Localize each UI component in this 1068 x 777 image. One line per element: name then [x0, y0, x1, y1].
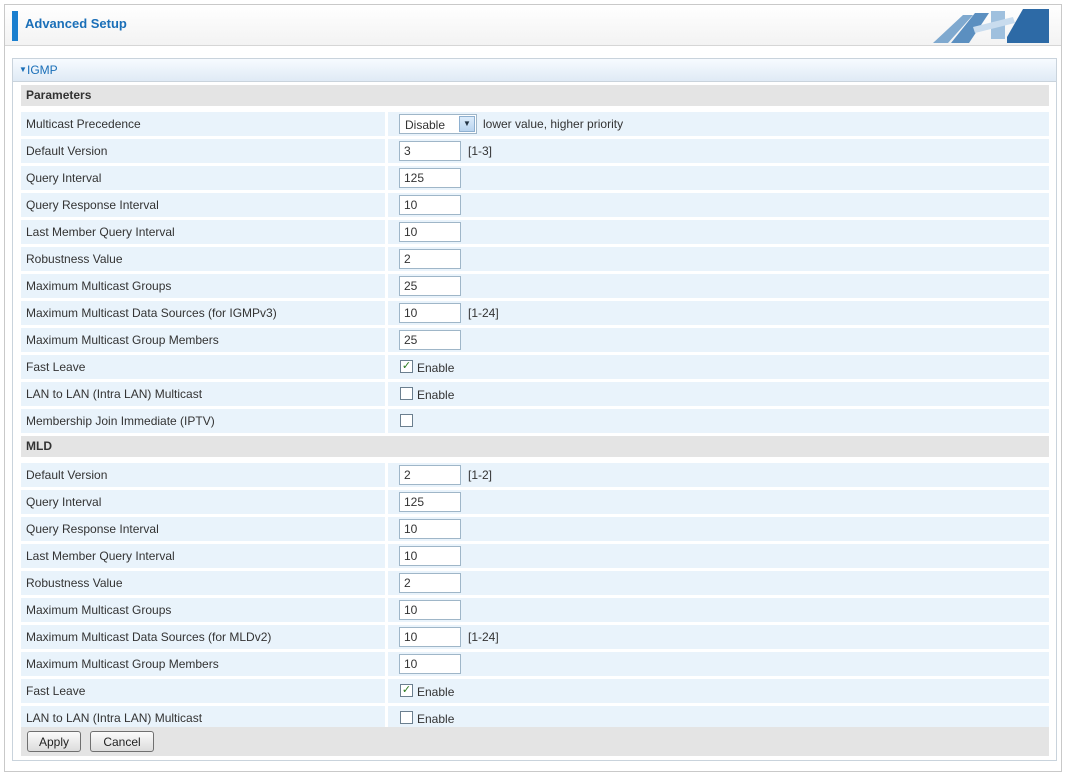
field-label: Maximum Multicast Group Members: [26, 333, 219, 347]
mld-fast-leave-checkbox[interactable]: ✓: [400, 684, 413, 697]
field-hint: [1-24]: [468, 306, 499, 320]
form-actions: Apply Cancel: [21, 727, 1049, 756]
field-hint: [1-24]: [468, 630, 499, 644]
field-label: Maximum Multicast Groups: [26, 603, 172, 617]
collapse-triangle-icon[interactable]: ▼: [19, 65, 27, 74]
field-label: Membership Join Immediate (IPTV): [26, 414, 215, 428]
mld-robustness-value-input[interactable]: [399, 573, 461, 593]
igmp-last-member-query-interval-input[interactable]: [399, 222, 461, 242]
section-header-parameters: Parameters: [21, 85, 1049, 106]
igmp-max-group-members-row: Maximum Multicast Group Members: [21, 328, 1049, 355]
igmp-max-groups-input[interactable]: [399, 276, 461, 296]
field-label: Maximum Multicast Group Members: [26, 657, 219, 671]
igmp-panel: ▼ IGMP Parameters Multicast Precedence D…: [12, 58, 1057, 761]
mld-query-response-interval-input[interactable]: [399, 519, 461, 539]
field-hint: [1-2]: [468, 468, 493, 482]
igmp-query-interval-row: Query Interval: [21, 166, 1049, 193]
igmp-fast-leave-row: Fast Leave ✓ Enable: [21, 355, 1049, 382]
field-label: Query Interval: [26, 171, 102, 185]
mld-lan-to-lan-checkbox[interactable]: [400, 711, 413, 724]
mld-max-groups-row: Maximum Multicast Groups: [21, 598, 1049, 625]
igmp-fast-leave-checkbox[interactable]: ✓: [400, 360, 413, 373]
field-label: Maximum Multicast Groups: [26, 279, 172, 293]
igmp-robustness-value-input[interactable]: [399, 249, 461, 269]
field-hint: [1-3]: [468, 144, 493, 158]
checkbox-label: Enable: [417, 388, 455, 402]
apply-button[interactable]: Apply: [27, 731, 81, 752]
checkbox-label: Enable: [417, 712, 455, 726]
field-label: LAN to LAN (Intra LAN) Multicast: [26, 387, 203, 401]
igmp-max-group-members-input[interactable]: [399, 330, 461, 350]
field-label: Maximum Multicast Data Sources (for MLDv…: [26, 630, 272, 644]
mld-default-version-input[interactable]: [399, 465, 461, 485]
igmp-panel-title: IGMP: [27, 63, 58, 77]
checkbox-label: Enable: [417, 685, 455, 699]
mld-robustness-value-row: Robustness Value: [21, 571, 1049, 598]
page-title: Advanced Setup: [25, 16, 127, 31]
igmp-max-data-sources-row: Maximum Multicast Data Sources (for IGMP…: [21, 301, 1049, 328]
header-accent-bar: [12, 11, 18, 41]
igmp-query-interval-input[interactable]: [399, 168, 461, 188]
mld-max-data-sources-row: Maximum Multicast Data Sources (for MLDv…: [21, 625, 1049, 652]
mld-max-groups-input[interactable]: [399, 600, 461, 620]
page-frame: Advanced Setup ▼ IGMP Parameters Multica…: [4, 4, 1062, 772]
field-label: Default Version: [26, 144, 108, 158]
field-label: Robustness Value: [26, 252, 123, 266]
field-label: Last Member Query Interval: [26, 225, 175, 239]
mld-max-data-sources-input[interactable]: [399, 627, 461, 647]
igmp-lan-to-lan-row: LAN to LAN (Intra LAN) Multicast Enable: [21, 382, 1049, 409]
field-label: Query Response Interval: [26, 198, 159, 212]
igmp-join-immediate-row: Membership Join Immediate (IPTV): [21, 409, 1049, 436]
field-label: Maximum Multicast Data Sources (for IGMP…: [26, 306, 277, 320]
settings-form: Parameters Multicast Precedence Disable …: [21, 85, 1049, 733]
page-header: Advanced Setup: [5, 5, 1061, 46]
igmp-robustness-value-row: Robustness Value: [21, 247, 1049, 274]
mld-last-member-query-interval-input[interactable]: [399, 546, 461, 566]
mld-query-response-interval-row: Query Response Interval: [21, 517, 1049, 544]
field-label: LAN to LAN (Intra LAN) Multicast: [26, 711, 203, 725]
checkbox-label: Enable: [417, 361, 455, 375]
igmp-default-version-row: Default Version [1-3]: [21, 139, 1049, 166]
cancel-button[interactable]: Cancel: [90, 731, 154, 752]
mld-fast-leave-row: Fast Leave ✓ Enable: [21, 679, 1049, 706]
igmp-query-response-interval-row: Query Response Interval: [21, 193, 1049, 220]
mld-max-group-members-input[interactable]: [399, 654, 461, 674]
igmp-multicast-precedence-row: Multicast Precedence Disable ▼ lower val…: [21, 112, 1049, 139]
igmp-lan-to-lan-checkbox[interactable]: [400, 387, 413, 400]
igmp-panel-header[interactable]: ▼ IGMP: [13, 59, 1056, 82]
field-hint: lower value, higher priority: [483, 117, 624, 131]
igmp-default-version-input[interactable]: [399, 141, 461, 161]
chevron-down-icon[interactable]: ▼: [459, 116, 475, 132]
igmp-query-response-interval-input[interactable]: [399, 195, 461, 215]
multicast-precedence-select[interactable]: Disable ▼: [399, 114, 477, 134]
mld-max-group-members-row: Maximum Multicast Group Members: [21, 652, 1049, 679]
field-label: Query Interval: [26, 495, 102, 509]
field-label: Fast Leave: [26, 684, 86, 698]
mld-query-interval-row: Query Interval: [21, 490, 1049, 517]
field-label: Multicast Precedence: [26, 117, 141, 131]
mld-last-member-query-interval-row: Last Member Query Interval: [21, 544, 1049, 571]
field-label: Default Version: [26, 468, 108, 482]
field-label: Robustness Value: [26, 576, 123, 590]
igmp-last-member-query-interval-row: Last Member Query Interval: [21, 220, 1049, 247]
igmp-max-groups-row: Maximum Multicast Groups: [21, 274, 1049, 301]
field-label: Query Response Interval: [26, 522, 159, 536]
join-immediate-checkbox[interactable]: [400, 414, 413, 427]
header-banner-graphic: [933, 9, 1049, 43]
section-header-mld: MLD: [21, 436, 1049, 457]
mld-query-interval-input[interactable]: [399, 492, 461, 512]
igmp-max-data-sources-input[interactable]: [399, 303, 461, 323]
field-label: Last Member Query Interval: [26, 549, 175, 563]
field-label: Fast Leave: [26, 360, 86, 374]
mld-default-version-row: Default Version [1-2]: [21, 463, 1049, 490]
